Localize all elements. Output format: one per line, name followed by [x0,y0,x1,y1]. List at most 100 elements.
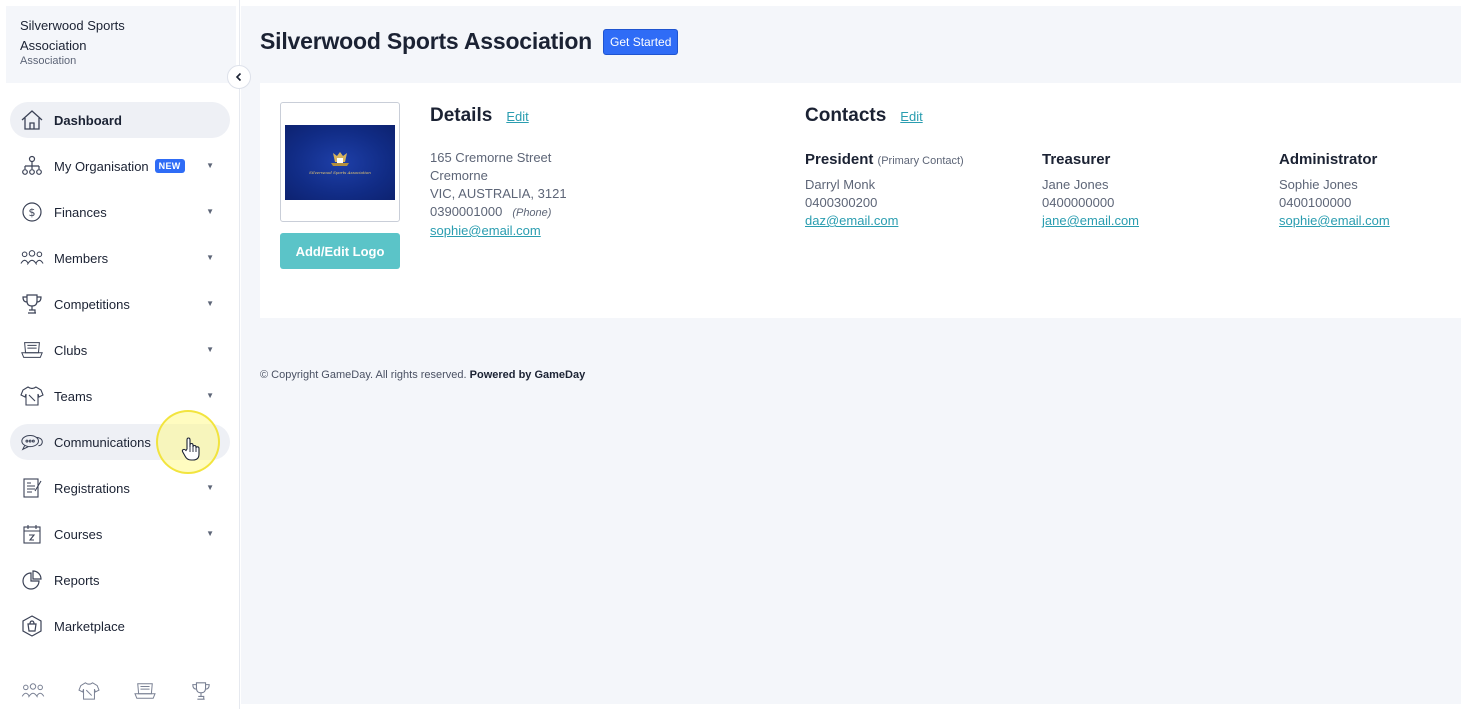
contact-treasurer: Treasurer Jane Jones 0400000000 jane@ema… [1042,151,1139,230]
shopping-bag-icon [20,614,44,638]
members-icon [20,246,44,270]
contact-president: President (Primary Contact) Darryl Monk … [805,151,964,230]
sidebar-item-label: My Organisation [54,158,149,174]
sidebar-item-members[interactable]: Members ▼ [10,240,230,276]
sidebar-item-finances[interactable]: $ Finances ▼ [10,194,230,230]
sidebar-item-marketplace[interactable]: Marketplace [10,608,230,644]
contact-info: Darryl Monk 0400300200 daz@email.com [805,176,964,230]
contact-administrator: Administrator Sophie Jones 0400100000 so… [1279,151,1390,230]
details-header: Details Edit [430,105,529,127]
sidebar-item-my-organisation[interactable]: My Organisation NEW ▼ [10,148,230,184]
details-title: Details [430,105,493,126]
sidebar-item-label: Communications [54,434,151,450]
sidebar-item-label: Clubs [54,342,88,358]
address-suburb: Cremorne [430,168,488,183]
contacts-header: Contacts Edit [805,105,923,127]
org-type: Association [20,55,77,67]
contact-phone: 0400000000 [1042,195,1115,210]
details-email-link[interactable]: sophie@email.com [430,222,567,240]
phone-line: 0390001000 (Phone) [430,203,567,222]
sidebar-item-label: Courses [54,526,103,542]
contact-info: Jane Jones 0400000000 jane@email.com [1042,176,1139,230]
trophy-icon [20,292,44,316]
club-icon [20,338,44,362]
organisation-logo: Silverwood Sports Association [285,125,395,200]
org-chart-icon [20,154,44,178]
main-content: Silverwood Sports Association Get Starte… [241,6,1461,704]
chevron-down-icon[interactable]: ▼ [206,529,214,538]
sidebar-item-label: Members [54,250,109,266]
sidebar-item-label: Finances [54,204,107,220]
page-title: Silverwood Sports Association [260,28,593,54]
chevron-left-icon [235,72,242,82]
contact-role: President (Primary Contact) [805,151,964,168]
organisation-card: Silverwood Sports Association Add/Edit L… [260,83,1461,318]
calendar-icon [20,522,44,546]
logo-caption: Silverwood Sports Association [309,169,371,175]
details-edit-link[interactable]: Edit [506,109,528,124]
jersey-icon [20,384,44,408]
phone-note: (Phone) [512,207,552,219]
chevron-down-icon[interactable]: ▼ [206,391,214,400]
chat-icon [20,430,44,454]
contact-info: Sophie Jones 0400100000 sophie@email.com [1279,176,1390,230]
collapse-sidebar-button[interactable] [227,65,251,89]
copyright-text: Copyright GameDay. All rights reserved. [271,369,467,381]
hand-cursor-icon [181,437,201,468]
sidebar-item-competitions[interactable]: Competitions ▼ [10,286,230,322]
address-region: VIC, AUSTRALIA, 3121 [430,186,567,201]
chevron-down-icon[interactable]: ▼ [206,299,214,308]
sidebar-item-label: Dashboard [54,112,122,128]
sidebar-item-dashboard[interactable]: Dashboard [10,102,230,138]
powered-by: Powered by GameDay [469,369,586,381]
sidebar-nav: Dashboard My Organisation NEW ▼ $ Financ… [10,102,230,654]
footer: © Copyright GameDay. All rights reserved… [260,369,585,381]
phone-number: 0390001000 [430,204,503,219]
copyright-icon: © [260,369,269,381]
contacts-edit-link[interactable]: Edit [900,109,922,124]
get-started-button[interactable]: Get Started [603,28,679,55]
sidebar-item-label: Teams [54,388,93,404]
chevron-down-icon[interactable]: ▼ [206,345,214,354]
chevron-down-icon[interactable]: ▼ [206,483,214,492]
jersey-icon[interactable] [76,680,102,702]
sidebar-item-label: Marketplace [54,618,125,634]
trophy-icon[interactable] [188,680,214,702]
contact-email-link[interactable]: sophie@email.com [1279,212,1390,230]
sidebar-item-reports[interactable]: Reports [10,562,230,598]
contact-email-link[interactable]: jane@email.com [1042,212,1139,230]
add-edit-logo-button[interactable]: Add/Edit Logo [280,233,400,269]
sidebar: Silverwood Sports Association Associatio… [0,0,240,709]
role-note: (Primary Contact) [877,155,964,167]
sidebar-item-label: Registrations [54,480,130,496]
address-street: 165 Cremorne Street [430,150,552,165]
club-icon[interactable] [132,680,158,702]
pie-chart-icon [20,568,44,592]
contact-name: Darryl Monk [805,177,876,192]
role-label: President [805,151,874,168]
sidebar-item-courses[interactable]: Courses ▼ [10,516,230,552]
contacts-title: Contacts [805,105,887,126]
chevron-down-icon[interactable]: ▼ [206,207,214,216]
contact-email-link[interactable]: daz@email.com [805,212,964,230]
members-icon[interactable] [20,680,46,702]
contact-name: Jane Jones [1042,177,1109,192]
sidebar-item-label: Reports [54,572,100,588]
dollar-icon: $ [20,200,44,224]
sidebar-item-registrations[interactable]: Registrations ▼ [10,470,230,506]
contact-role: Administrator [1279,151,1378,168]
contact-name: Sophie Jones [1279,177,1358,192]
sidebar-item-label: Competitions [54,296,130,312]
quick-links [20,680,214,702]
logo-frame: Silverwood Sports Association [280,102,400,222]
contact-phone: 0400300200 [805,195,878,210]
contact-role: Treasurer [1042,151,1111,168]
org-header[interactable]: Silverwood Sports Association Associatio… [6,6,236,83]
page-header: Silverwood Sports Association Get Starte… [260,28,679,55]
registration-icon [20,476,44,500]
contact-phone: 0400100000 [1279,195,1352,210]
sidebar-item-clubs[interactable]: Clubs ▼ [10,332,230,368]
chevron-down-icon[interactable]: ▼ [206,161,214,170]
sidebar-item-teams[interactable]: Teams ▼ [10,378,230,414]
chevron-down-icon[interactable]: ▼ [206,253,214,262]
